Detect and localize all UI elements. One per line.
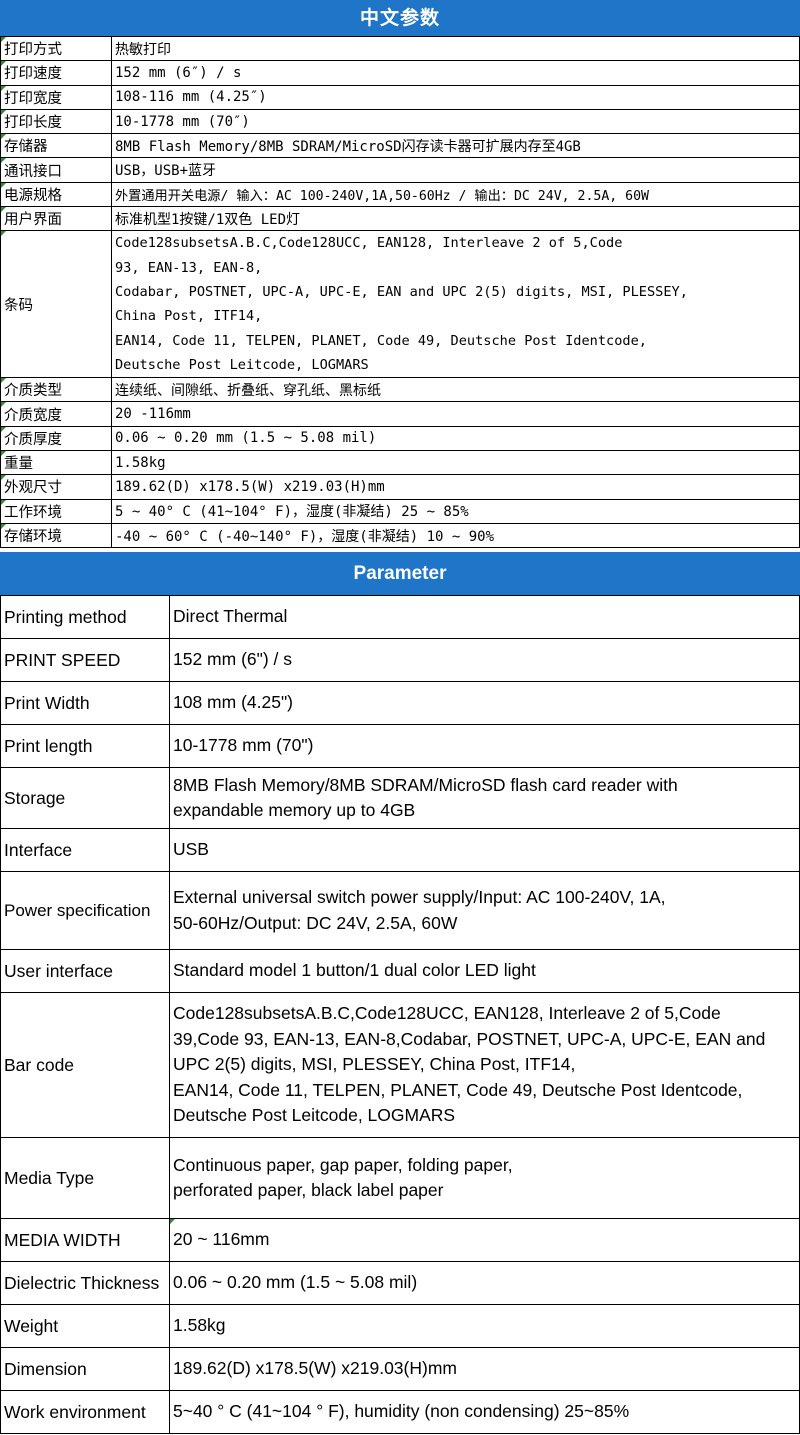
zh-value-power: 外置通用开关电源/ 输入：AC 100-240V,1A,50-60Hz / 输出… [111, 181, 800, 208]
en-value-storage: 8MB Flash Memory/8MB SDRAM/MicroSD flash… [169, 767, 800, 830]
zh-key-print-length: 打印长度 [0, 108, 112, 135]
en-value-work-environment: 5~40 ° C (41~104 ° F), humidity (non con… [169, 1390, 800, 1435]
zh-key-storage-env: 存储环境 [0, 522, 112, 549]
zh-key-media-type: 介质类型 [0, 377, 112, 403]
zh-value-weight: 1.58kg [111, 450, 800, 476]
table-row: Print length 10-1778 mm (70") [0, 724, 800, 769]
en-value-dielectric-thickness: 0.06 ~ 0.20 mm (1.5 ~ 5.08 mil) [169, 1261, 800, 1306]
table-row: 打印速度 152 mm (6″) / s [0, 60, 800, 86]
table-row: Interface USB [0, 828, 800, 873]
table-row: 工作环境 5 ~ 40° C (41~104° F)，湿度(非凝结) 25 ~ … [0, 498, 800, 524]
zh-key-power: 电源规格 [0, 181, 112, 208]
zh-key-work-env: 工作环境 [0, 498, 112, 524]
en-value-dimension: 189.62(D) x178.5(W) x219.03(H)mm [169, 1347, 800, 1392]
en-key-barcode: Bar code [0, 992, 170, 1139]
en-value-print-length: 10-1778 mm (70") [169, 724, 800, 769]
table-row: Dielectric Thickness 0.06 ~ 0.20 mm (1.5… [0, 1261, 800, 1306]
en-key-print-length: Print length [0, 724, 170, 769]
table-row: Power specification External universal s… [0, 871, 800, 951]
table-row: Work environment 5~40 ° C (41~104 ° F), … [0, 1390, 800, 1435]
zh-value-media-thickness: 0.06 ~ 0.20 mm (1.5 ~ 5.08 mil) [111, 425, 800, 452]
en-value-printing-method: Direct Thermal [169, 595, 800, 640]
en-key-print-width: Print Width [0, 681, 170, 726]
zh-table-title: 中文参数 [0, 0, 800, 36]
en-table-title: Parameter [0, 552, 800, 596]
zh-key-print-speed: 打印速度 [0, 60, 112, 86]
zh-value-print-width: 108-116 mm (4.25″) [111, 84, 800, 110]
zh-key-media-width: 介质宽度 [0, 401, 112, 427]
en-value-media-width: 20 ~ 116mm [169, 1218, 800, 1263]
zh-key-interface: 通讯接口 [0, 157, 112, 183]
en-key-dimension: Dimension [0, 1347, 170, 1392]
table-row: Printing method Direct Thermal [0, 595, 800, 640]
table-row: Print Width 108 mm (4.25") [0, 681, 800, 726]
en-value-media-type: Continuous paper, gap paper, folding pap… [169, 1137, 800, 1220]
table-row: 介质宽度 20 -116mm [0, 401, 800, 427]
table-row: MEDIA WIDTH 20 ~ 116mm [0, 1218, 800, 1263]
zh-parameter-table: 打印方式 热敏打印 打印速度 152 mm (6″) / s 打印宽度 108-… [0, 35, 800, 549]
en-key-media-width: MEDIA WIDTH [0, 1218, 170, 1263]
table-row: 电源规格 外置通用开关电源/ 输入：AC 100-240V,1A,50-60Hz… [0, 181, 800, 208]
zh-key-weight: 重量 [0, 450, 112, 476]
en-value-print-width: 108 mm (4.25") [169, 681, 800, 726]
zh-value-dimension: 189.62(D) x178.5(W) x219.03(H)mm [111, 474, 800, 500]
table-row: Storage 8MB Flash Memory/8MB SDRAM/Micro… [0, 767, 800, 830]
en-value-power: External universal switch power supply/I… [169, 871, 800, 951]
en-parameter-table: Printing method Direct Thermal PRINT SPE… [0, 595, 800, 1435]
zh-value-storage: 8MB Flash Memory/8MB SDRAM/MicroSD闪存读卡器可… [111, 133, 800, 159]
en-key-printing-method: Printing method [0, 595, 170, 640]
en-value-interface: USB [169, 828, 800, 873]
zh-value-print-method: 热敏打印 [111, 35, 800, 62]
zh-key-storage: 存储器 [0, 133, 112, 159]
en-key-interface: Interface [0, 828, 170, 873]
en-value-barcode: Code128subsetsA.B.C,Code128UCC, EAN128, … [169, 992, 800, 1139]
zh-key-dimension: 外观尺寸 [0, 474, 112, 500]
zh-value-user-interface: 标准机型1按键/1双色 LED灯 [111, 206, 800, 232]
zh-value-interface: USB，USB+蓝牙 [111, 157, 800, 183]
en-key-media-type: Media Type [0, 1137, 170, 1220]
en-parameter-section: Parameter Printing method Direct Thermal… [0, 552, 800, 1435]
zh-value-storage-env: -40 ~ 60° C (-40~140° F)，湿度(非凝结) 10 ~ 90… [111, 522, 800, 549]
en-value-print-speed: 152 mm (6") / s [169, 638, 800, 683]
zh-key-barcode: 条码 [0, 230, 112, 379]
table-row: Bar code Code128subsetsA.B.C,Code128UCC,… [0, 992, 800, 1139]
table-row: 介质类型 连续纸、间隙纸、折叠纸、穿孔纸、黑标纸 [0, 377, 800, 403]
zh-value-media-type: 连续纸、间隙纸、折叠纸、穿孔纸、黑标纸 [111, 377, 800, 403]
zh-key-media-thickness: 介质厚度 [0, 425, 112, 452]
en-value-weight: 1.58kg [169, 1304, 800, 1349]
table-row: 打印方式 热敏打印 [0, 35, 800, 62]
en-value-user-interface: Standard model 1 button/1 dual color LED… [169, 949, 800, 994]
table-row: 条码 Code128subsetsA.B.C,Code128UCC, EAN12… [0, 230, 800, 379]
zh-value-barcode: Code128subsetsA.B.C,Code128UCC, EAN128, … [111, 230, 800, 379]
en-key-work-environment: Work environment [0, 1390, 170, 1435]
table-row: 存储环境 -40 ~ 60° C (-40~140° F)，湿度(非凝结) 10… [0, 522, 800, 549]
zh-value-print-speed: 152 mm (6″) / s [111, 60, 800, 86]
table-row: Media Type Continuous paper, gap paper, … [0, 1137, 800, 1220]
table-row: 外观尺寸 189.62(D) x178.5(W) x219.03(H)mm [0, 474, 800, 500]
table-row: Weight 1.58kg [0, 1304, 800, 1349]
en-key-print-speed: PRINT SPEED [0, 638, 170, 683]
table-row: 打印长度 10-1778 mm (70″) [0, 108, 800, 135]
table-row: PRINT SPEED 152 mm (6") / s [0, 638, 800, 683]
zh-value-media-width: 20 -116mm [111, 401, 800, 427]
zh-value-print-length: 10-1778 mm (70″) [111, 108, 800, 135]
table-row: 介质厚度 0.06 ~ 0.20 mm (1.5 ~ 5.08 mil) [0, 425, 800, 452]
en-key-weight: Weight [0, 1304, 170, 1349]
en-key-dielectric-thickness: Dielectric Thickness [0, 1261, 170, 1306]
zh-value-work-env: 5 ~ 40° C (41~104° F)，湿度(非凝结) 25 ~ 85% [111, 498, 800, 524]
en-key-storage: Storage [0, 767, 170, 830]
table-row: User interface Standard model 1 button/1… [0, 949, 800, 994]
en-key-user-interface: User interface [0, 949, 170, 994]
zh-key-user-interface: 用户界面 [0, 206, 112, 232]
zh-parameter-section: 中文参数 打印方式 热敏打印 打印速度 152 mm (6″) / s 打印宽度… [0, 0, 800, 549]
table-row: 通讯接口 USB，USB+蓝牙 [0, 157, 800, 183]
table-row: 打印宽度 108-116 mm (4.25″) [0, 84, 800, 110]
table-row: Dimension 189.62(D) x178.5(W) x219.03(H)… [0, 1347, 800, 1392]
zh-key-print-width: 打印宽度 [0, 84, 112, 110]
table-row: 用户界面 标准机型1按键/1双色 LED灯 [0, 206, 800, 232]
table-row: 重量 1.58kg [0, 450, 800, 476]
table-row: 存储器 8MB Flash Memory/8MB SDRAM/MicroSD闪存… [0, 133, 800, 159]
zh-key-print-method: 打印方式 [0, 35, 112, 62]
en-key-power: Power specification [0, 871, 170, 951]
